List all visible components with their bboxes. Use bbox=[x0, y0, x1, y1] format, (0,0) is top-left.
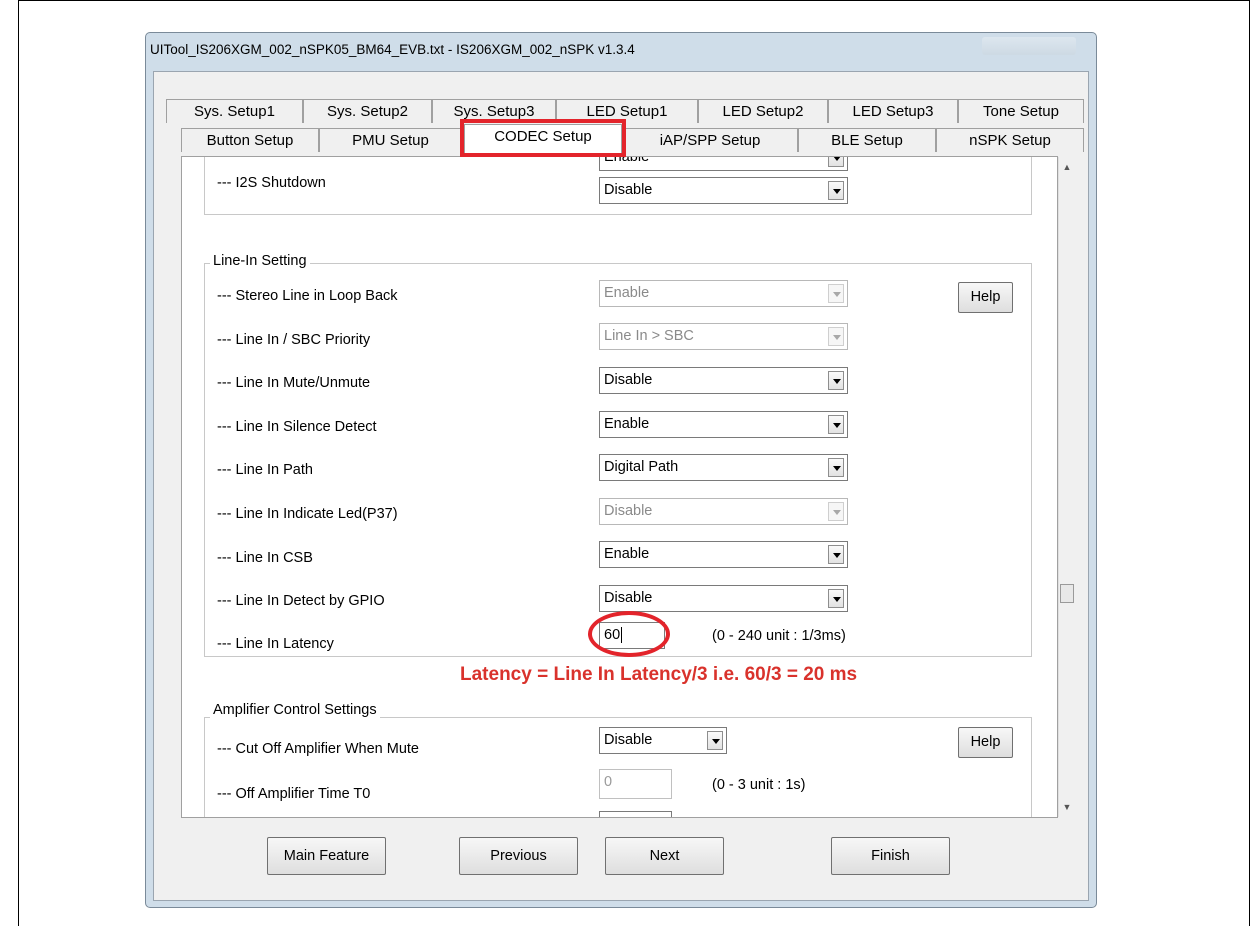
indicate-led-label: --- Line In Indicate Led(P37) bbox=[217, 506, 398, 522]
off-time-input: 0 bbox=[599, 769, 672, 799]
off-time-value: 0 bbox=[604, 774, 613, 790]
tab-led-setup2[interactable]: LED Setup2 bbox=[698, 99, 828, 123]
indicate-led-value: Disable bbox=[604, 503, 653, 519]
finish-button[interactable]: Finish bbox=[831, 837, 950, 875]
sbc-priority-label: --- Line In / SBC Priority bbox=[217, 332, 371, 348]
tab-button-setup[interactable]: Button Setup bbox=[181, 128, 319, 152]
stereo-loopback-select: Enable bbox=[599, 280, 848, 307]
scroll-up-icon[interactable]: ▲ bbox=[1059, 159, 1075, 175]
line-in-group-title: Line-In Setting bbox=[210, 253, 310, 269]
chevron-down-icon bbox=[828, 589, 844, 608]
chevron-down-icon bbox=[707, 731, 723, 750]
tab-sys-setup1[interactable]: Sys. Setup1 bbox=[166, 99, 303, 123]
scroll-thumb[interactable] bbox=[1060, 584, 1074, 603]
window-title: UITool_IS206XGM_002_nSPK05_BM64_EVB.txt … bbox=[150, 42, 635, 57]
latency-range: (0 - 240 unit : 1/3ms) bbox=[712, 628, 846, 644]
silence-detect-label: --- Line In Silence Detect bbox=[217, 419, 377, 435]
detect-gpio-value: Disable bbox=[604, 590, 653, 606]
partial-select-value: Enable bbox=[604, 156, 650, 165]
i2s-shutdown-value: Disable bbox=[604, 182, 653, 198]
previous-button[interactable]: Previous bbox=[459, 837, 578, 875]
detect-gpio-select[interactable]: Disable bbox=[599, 585, 848, 612]
cut-off-amp-label: --- Cut Off Amplifier When Mute bbox=[217, 741, 419, 757]
mute-unmute-select[interactable]: Disable bbox=[599, 367, 848, 394]
cut-off-amp-select[interactable]: Disable bbox=[599, 727, 727, 754]
off-time-label: --- Off Amplifier Time T0 bbox=[217, 786, 371, 802]
tab-sys-setup2[interactable]: Sys. Setup2 bbox=[303, 99, 432, 123]
chevron-down-icon bbox=[828, 545, 844, 564]
next-field-partial[interactable] bbox=[599, 811, 672, 817]
line-in-csb-label: --- Line In CSB bbox=[217, 550, 313, 566]
chevron-down-icon bbox=[828, 458, 844, 477]
chevron-down-icon bbox=[828, 181, 844, 200]
cut-off-amp-value: Disable bbox=[604, 732, 653, 748]
vertical-scrollbar[interactable]: ▲ ▼ bbox=[1058, 157, 1075, 817]
line-in-csb-select[interactable]: Enable bbox=[599, 541, 848, 568]
scroll-down-icon[interactable]: ▼ bbox=[1059, 799, 1075, 815]
line-in-path-select[interactable]: Digital Path bbox=[599, 454, 848, 481]
amp-group-title: Amplifier Control Settings bbox=[210, 702, 380, 718]
off-time-range: (0 - 3 unit : 1s) bbox=[712, 777, 806, 793]
chevron-down-icon bbox=[828, 371, 844, 390]
tab-ble-setup[interactable]: BLE Setup bbox=[798, 128, 936, 152]
chevron-down-icon bbox=[828, 284, 844, 303]
chevron-down-icon bbox=[828, 327, 844, 346]
chevron-down-icon bbox=[828, 502, 844, 521]
silence-detect-value: Enable bbox=[604, 416, 650, 432]
main-feature-button[interactable]: Main Feature bbox=[267, 837, 386, 875]
partial-select[interactable]: Enable bbox=[599, 156, 848, 171]
tab-nspk-setup[interactable]: nSPK Setup bbox=[936, 128, 1084, 152]
chevron-down-icon bbox=[828, 415, 844, 434]
mute-unmute-label: --- Line In Mute/Unmute bbox=[217, 375, 371, 391]
indicate-led-select: Disable bbox=[599, 498, 848, 525]
latency-annotation: Latency = Line In Latency/3 i.e. 60/3 = … bbox=[460, 664, 858, 685]
next-button[interactable]: Next bbox=[605, 837, 724, 875]
codec-setup-page: Enable --- I2S Shutdown Disable Line-In … bbox=[181, 156, 1058, 818]
i2s-shutdown-label: --- I2S Shutdown bbox=[217, 175, 326, 191]
tab-pmu-setup[interactable]: PMU Setup bbox=[319, 128, 462, 152]
tab-led-setup3[interactable]: LED Setup3 bbox=[828, 99, 958, 123]
amp-help-button[interactable]: Help bbox=[958, 727, 1013, 758]
sbc-priority-select: Line In > SBC bbox=[599, 323, 848, 350]
title-bar: UITool_IS206XGM_002_nSPK05_BM64_EVB.txt … bbox=[146, 33, 1096, 71]
line-in-path-label: --- Line In Path bbox=[217, 462, 313, 478]
line-in-csb-value: Enable bbox=[604, 546, 650, 562]
line-in-help-button[interactable]: Help bbox=[958, 282, 1013, 313]
mute-unmute-value: Disable bbox=[604, 372, 653, 388]
tab-tone-setup[interactable]: Tone Setup bbox=[958, 99, 1084, 123]
latency-highlight-oval bbox=[588, 611, 670, 657]
window-controls[interactable] bbox=[982, 37, 1076, 55]
chevron-down-icon bbox=[828, 157, 844, 167]
tab-iap-spp-setup[interactable]: iAP/SPP Setup bbox=[622, 128, 798, 152]
stereo-loopback-value: Enable bbox=[604, 285, 650, 301]
latency-label: --- Line In Latency bbox=[217, 636, 334, 652]
detect-gpio-label: --- Line In Detect by GPIO bbox=[217, 593, 385, 609]
codec-tab-highlight bbox=[460, 119, 626, 157]
line-in-path-value: Digital Path bbox=[604, 459, 679, 475]
silence-detect-select[interactable]: Enable bbox=[599, 411, 848, 438]
stereo-loopback-label: --- Stereo Line in Loop Back bbox=[217, 288, 398, 304]
i2s-shutdown-select[interactable]: Disable bbox=[599, 177, 848, 204]
sbc-priority-value: Line In > SBC bbox=[604, 328, 694, 344]
